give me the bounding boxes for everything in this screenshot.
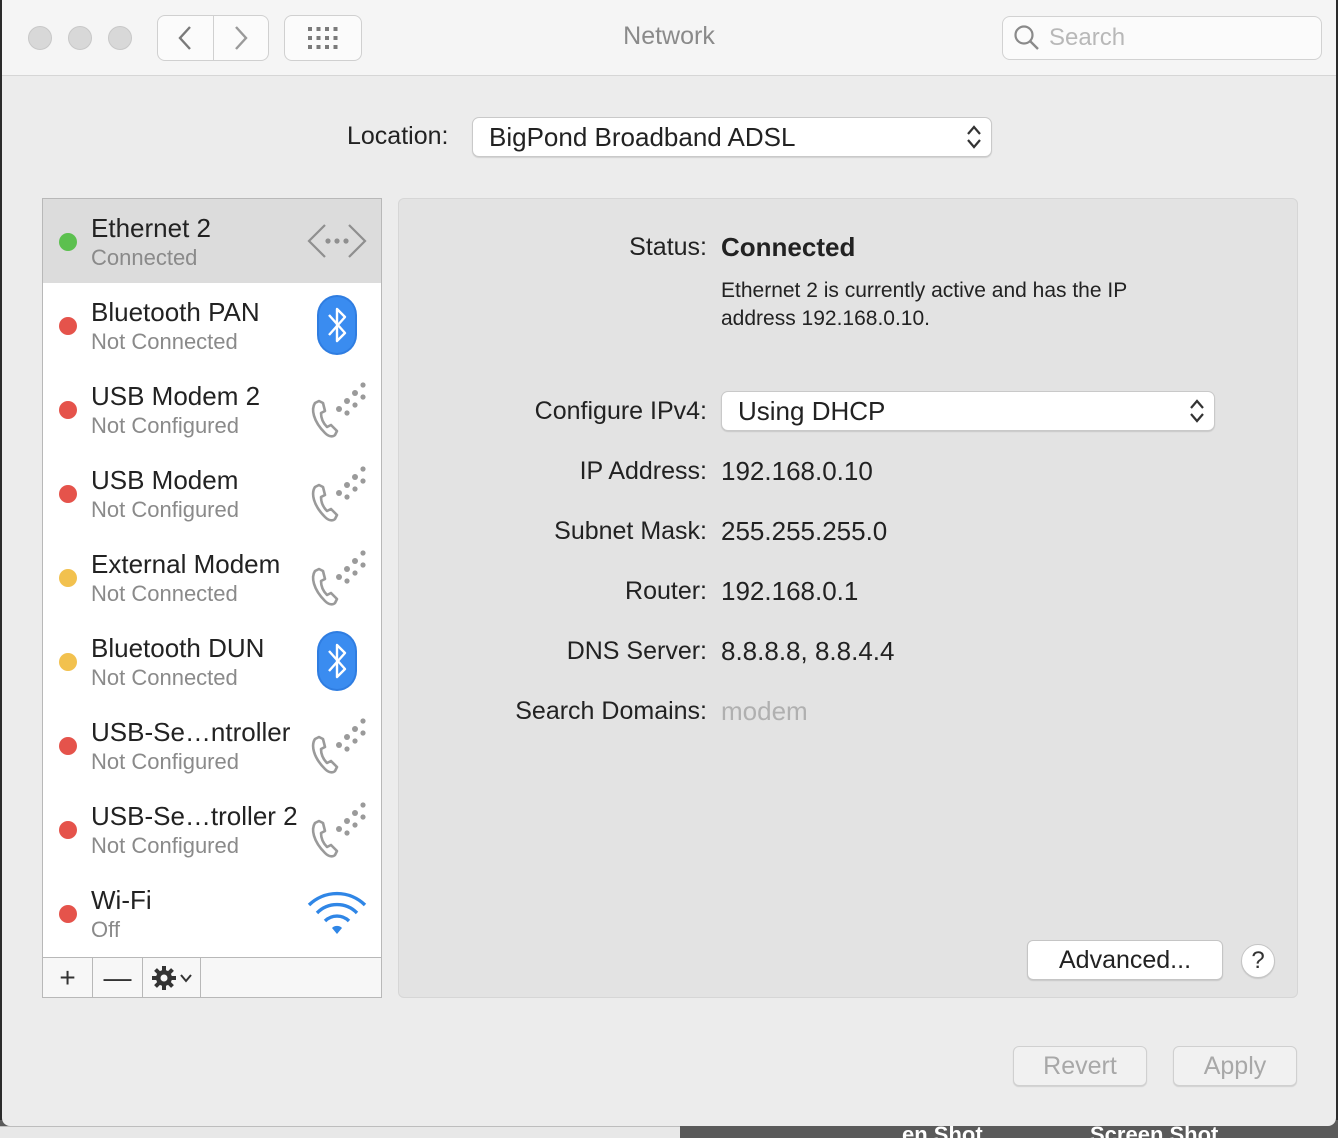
remove-service-button[interactable]: — bbox=[93, 958, 143, 997]
chevron-down-icon bbox=[180, 973, 192, 983]
status-dot bbox=[59, 485, 77, 503]
phone-icon bbox=[305, 547, 369, 607]
service-name: Bluetooth PAN bbox=[91, 297, 260, 327]
service-item[interactable]: Bluetooth PAN Not Connected bbox=[43, 283, 381, 367]
service-status: Not Configured bbox=[91, 749, 239, 774]
service-name: USB Modem bbox=[91, 465, 239, 495]
service-details-panel: Status: Connected Ethernet 2 is currentl… bbox=[398, 198, 1298, 998]
status-description: Ethernet 2 is currently active and has t… bbox=[721, 279, 1127, 330]
service-item[interactable]: Ethernet 2 Connected bbox=[43, 199, 381, 283]
dns-server-value: 8.8.8.8, 8.8.4.4 bbox=[721, 636, 895, 666]
up-down-arrows-icon bbox=[1190, 399, 1204, 423]
service-items: Ethernet 2 Connected Bluetooth PAN Not Conn… bbox=[43, 199, 381, 957]
network-service-list: Ethernet 2 Connected Bluetooth PAN Not Conn… bbox=[42, 198, 382, 998]
service-item[interactable]: USB-Se…troller 2 Not Configured bbox=[43, 787, 381, 871]
service-name: Ethernet 2 bbox=[91, 213, 211, 243]
revert-button[interactable]: Revert bbox=[1013, 1046, 1147, 1086]
ip-address-label: IP Address: bbox=[579, 457, 707, 485]
ip-address-value: 192.168.0.10 bbox=[721, 456, 873, 486]
dns-server-label: DNS Server: bbox=[566, 637, 707, 665]
phone-icon bbox=[305, 379, 369, 439]
phone-icon bbox=[305, 463, 369, 523]
subnet-mask-value: 255.255.255.0 bbox=[721, 516, 888, 546]
service-name: USB-Se…troller 2 bbox=[91, 801, 298, 831]
configure-ipv4-label: Configure IPv4: bbox=[534, 397, 707, 425]
search-domains-label: Search Domains: bbox=[515, 697, 707, 725]
background-window-edge bbox=[0, 1126, 680, 1138]
apply-button[interactable]: Apply bbox=[1173, 1046, 1297, 1086]
service-item[interactable]: USB Modem 2 Not Configured bbox=[43, 367, 381, 451]
router-label: Router: bbox=[625, 577, 707, 605]
title-bar: Network bbox=[2, 0, 1336, 76]
service-status: Not Configured bbox=[91, 497, 239, 522]
status-dot bbox=[59, 821, 77, 839]
network-preferences-window: Network Location: BigPond Broadband ADSL… bbox=[2, 0, 1336, 1126]
add-service-button[interactable]: + bbox=[43, 958, 93, 997]
service-status: Off bbox=[91, 917, 120, 942]
advanced-button[interactable]: Advanced... bbox=[1027, 940, 1223, 980]
service-status: Not Connected bbox=[91, 665, 238, 690]
location-label: Location: bbox=[347, 122, 449, 150]
router-value: 192.168.0.1 bbox=[721, 576, 859, 606]
status-dot bbox=[59, 905, 77, 923]
service-name: USB Modem 2 bbox=[91, 381, 261, 411]
action-menu-button[interactable] bbox=[143, 958, 201, 997]
service-item[interactable]: Wi-Fi Off bbox=[43, 871, 381, 955]
ethernet-icon bbox=[305, 211, 369, 271]
service-item[interactable]: External Modem Not Connected bbox=[43, 535, 381, 619]
up-down-arrows-icon bbox=[967, 125, 981, 149]
search-domains-value: modem bbox=[721, 696, 808, 726]
phone-icon bbox=[305, 799, 369, 859]
status-dot bbox=[59, 653, 77, 671]
search-input[interactable] bbox=[1049, 24, 1309, 52]
location-value: BigPond Broadband ADSL bbox=[489, 121, 796, 152]
search-field[interactable] bbox=[1002, 16, 1322, 60]
service-name: USB-Se…ntroller bbox=[91, 717, 291, 747]
status-dot bbox=[59, 569, 77, 587]
service-item[interactable]: USB Modem Not Configured bbox=[43, 451, 381, 535]
status-dot bbox=[59, 737, 77, 755]
service-name: External Modem bbox=[91, 549, 281, 579]
service-list-toolbar: + — bbox=[43, 957, 381, 997]
service-name: Wi-Fi bbox=[91, 885, 152, 915]
wifi-icon bbox=[305, 883, 369, 943]
subnet-mask-label: Subnet Mask: bbox=[554, 517, 707, 545]
location-popup[interactable]: BigPond Broadband ADSL bbox=[472, 117, 992, 157]
service-item[interactable]: Bluetooth DUN Not Connected bbox=[43, 619, 381, 703]
configure-ipv4-value: Using DHCP bbox=[738, 395, 886, 426]
bluetooth-icon bbox=[305, 295, 369, 355]
search-icon bbox=[1014, 25, 1039, 50]
bluetooth-icon bbox=[305, 631, 369, 691]
phone-icon bbox=[305, 715, 369, 775]
status-dot bbox=[59, 401, 77, 419]
help-button[interactable]: ? bbox=[1241, 944, 1275, 978]
gear-icon bbox=[152, 965, 176, 990]
status-dot bbox=[59, 317, 77, 335]
service-status: Not Configured bbox=[91, 833, 239, 858]
service-item[interactable]: USB-Se…ntroller Not Configured bbox=[43, 703, 381, 787]
status-dot bbox=[59, 233, 77, 251]
status-label: Status: bbox=[629, 233, 707, 261]
service-status: Not Connected bbox=[91, 581, 238, 606]
service-status: Connected bbox=[91, 245, 198, 270]
service-status: Not Connected bbox=[91, 329, 238, 354]
status-value: Connected bbox=[721, 232, 856, 262]
service-status: Not Configured bbox=[91, 413, 239, 438]
service-name: Bluetooth DUN bbox=[91, 633, 265, 663]
configure-ipv4-popup[interactable]: Using DHCP bbox=[721, 391, 1215, 431]
